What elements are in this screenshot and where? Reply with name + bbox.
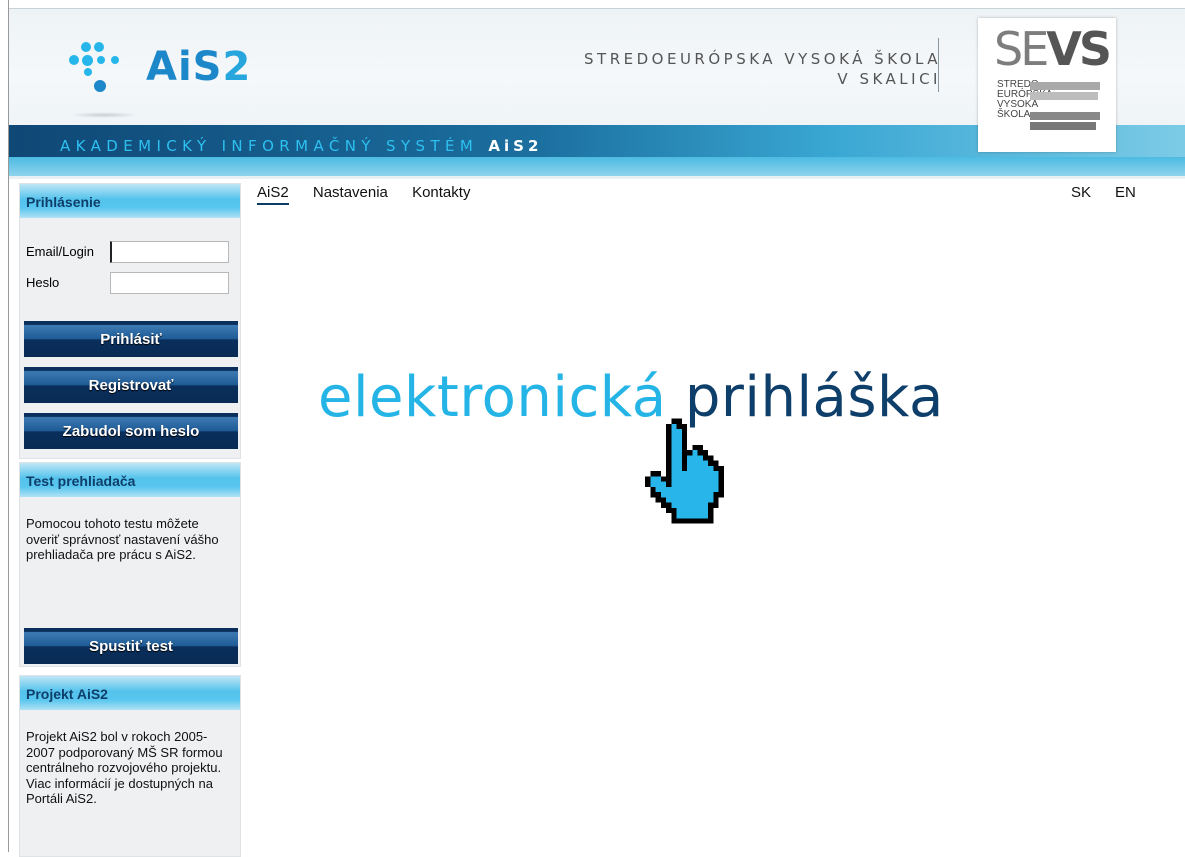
hero-word-electronic: elektronická: [318, 365, 667, 430]
nav-item-nastavenia[interactable]: Nastavenia: [313, 184, 388, 201]
top-nav: AiS2 Nastavenia Kontakty: [257, 184, 490, 205]
school-name: STREDOEURÓPSKA VYSOKÁ ŠKOLA V SKALICI: [584, 50, 941, 88]
sevs-logo[interactable]: SEVS STREDO EURÓPSKA VYSOKÁ ŠKOLA: [978, 18, 1116, 152]
email-row: Email/Login: [20, 236, 240, 267]
browser-test-title: Test prehliadača: [20, 463, 240, 497]
school-name-divider: [938, 38, 939, 92]
password-row: Heslo: [20, 267, 240, 298]
sevs-logo-bar: [1030, 92, 1098, 100]
hand-pointer-icon: [645, 418, 724, 524]
email-label: Email/Login: [26, 244, 94, 259]
browser-test-text: Pomocou tohoto testu môžete overiť správ…: [26, 516, 219, 562]
system-name-text: AKADEMICKÝ INFORMAČNÝ SYSTÉM AiS2: [60, 137, 543, 155]
sevs-logo-letters: SEVS: [994, 22, 1112, 76]
password-label: Heslo: [26, 275, 60, 290]
hero-heading[interactable]: elektronická prihláška: [318, 365, 944, 430]
project-title: Projekt AiS2: [20, 676, 240, 710]
lang-sk[interactable]: SK: [1071, 184, 1091, 201]
login-panel-title: Prihlásenie: [20, 184, 240, 218]
sevs-logo-bar: [1030, 112, 1100, 120]
password-field[interactable]: [110, 271, 229, 294]
sevs-logo-bar: [1030, 122, 1096, 130]
nav-item-ais2[interactable]: AiS2: [257, 184, 289, 205]
run-test-button[interactable]: Spustiť test: [24, 628, 238, 664]
login-button[interactable]: Prihlásiť: [24, 321, 238, 357]
login-panel: Prihlásenie Email/Login Heslo Prihlásiť …: [19, 183, 241, 459]
lang-en[interactable]: EN: [1115, 184, 1136, 201]
browser-test-panel: Test prehliadača Pomocou tohoto testu mô…: [19, 462, 241, 667]
logo-text: AiS2: [146, 44, 252, 90]
project-text: Projekt AiS2 bol v rokoch 2005-2007 podp…: [26, 729, 223, 806]
sidebar: Prihlásenie Email/Login Heslo Prihlásiť …: [19, 183, 241, 857]
sevs-logo-bar: [1030, 82, 1100, 90]
email-field[interactable]: [110, 240, 229, 263]
nav-item-kontakty[interactable]: Kontakty: [412, 184, 470, 201]
ais2-logo[interactable]: AiS2: [67, 36, 250, 121]
header-light-bar: [9, 157, 1185, 176]
project-panel: Projekt AiS2 Projekt AiS2 bol v rokoch 2…: [19, 675, 241, 857]
forgot-password-button[interactable]: Zabudol som heslo: [24, 413, 238, 449]
register-button[interactable]: Registrovať: [24, 367, 238, 403]
logo-underline: [69, 112, 139, 118]
